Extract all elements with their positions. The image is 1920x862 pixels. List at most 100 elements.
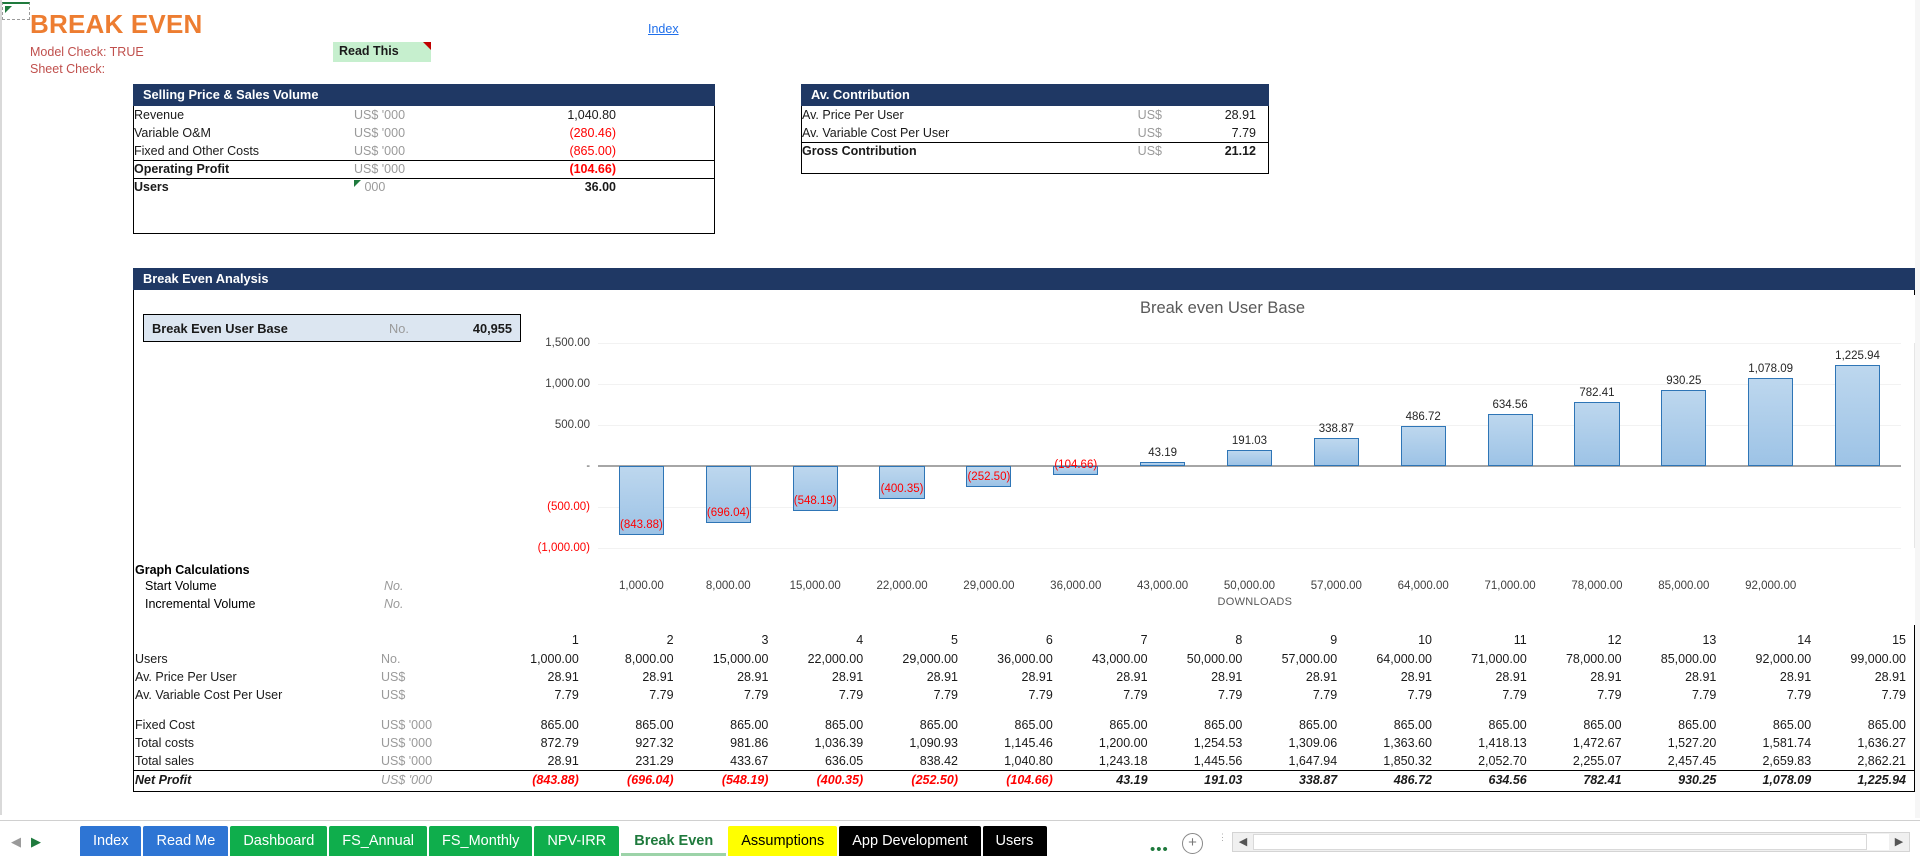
av-contribution-panel-heading: Av. Contribution	[801, 84, 1269, 106]
cell-value: 865.00	[1393, 718, 1432, 732]
page-title: BREAK EVEN	[30, 9, 203, 39]
row-value: 7.79	[1231, 125, 1256, 140]
cell-value: 28.91	[547, 753, 579, 768]
cell-value: 1,309.06	[1288, 736, 1338, 750]
break-even-user-base-box: Break Even User Base No. 40,955	[143, 314, 521, 342]
cell-value: 636.05	[824, 753, 864, 768]
row-label: Variable O&M	[134, 126, 211, 140]
left-gutter	[0, 0, 2, 815]
users-unit: 000	[354, 177, 474, 196]
sheet-tab-npv-irr[interactable]: NPV-IRR	[534, 826, 620, 856]
spreadsheet-window: BREAK EVEN Model Check: TRUE Sheet Check…	[0, 0, 1920, 862]
selling-price-panel: Selling Price & Sales Volume Revenue US$…	[133, 84, 715, 234]
sheet-tab-assumptions[interactable]: Assumptions	[728, 826, 838, 856]
row-value: 21.12	[1162, 141, 1268, 160]
cell-value: 1,225.94	[1820, 769, 1915, 790]
chart-bar[interactable]	[1140, 462, 1186, 466]
row-value: (280.46)	[569, 126, 616, 140]
tab-split-handle[interactable]: ⋮	[1218, 833, 1227, 851]
sheet-tab-dashboard[interactable]: Dashboard	[230, 826, 328, 856]
break-even-chart[interactable]: Break even User Base 1,500.00 1,000.00 500…	[530, 295, 1915, 625]
index-link[interactable]: Index	[648, 22, 679, 36]
cell-value: (400.35)	[777, 769, 873, 790]
chart-bar[interactable]	[1487, 413, 1533, 466]
next-sheet-arrow-icon[interactable]: ▶	[28, 834, 44, 850]
sheet-tab-app-development[interactable]: App Development	[839, 826, 981, 856]
table-row: Av. Variable Cost Per User US$ 7.79	[802, 124, 1268, 142]
sheet-tab-fs-monthly[interactable]: FS_Monthly	[429, 826, 533, 856]
chart-bar[interactable]	[1226, 450, 1273, 466]
cell-value: 927.32	[635, 736, 674, 750]
period-header: 1	[571, 633, 579, 647]
sheet-tab-users[interactable]: Users	[982, 826, 1047, 856]
chart-bar[interactable]	[1574, 401, 1620, 466]
row-label: Gross Contribution	[802, 141, 1072, 160]
row-label: Incremental Volume	[145, 597, 256, 611]
cell-value: 1,581.74	[1762, 736, 1812, 750]
chart-y-tick-label: 1,500.00	[545, 337, 590, 349]
selling-price-panel-heading: Selling Price & Sales Volume	[133, 84, 715, 106]
active-cell-marker[interactable]	[2, 2, 30, 20]
cell-value: 865.00	[1488, 718, 1527, 732]
cell-value: (696.04)	[587, 769, 683, 790]
row-unit: No.	[384, 597, 404, 611]
cell-value: 2,255.07	[1572, 753, 1622, 768]
row-unit: US$	[1137, 108, 1162, 122]
sheet-tab-index[interactable]: Index	[80, 826, 142, 856]
cell-value: 28.91	[1116, 670, 1148, 684]
previous-sheet-arrow-icon[interactable]: ◀	[8, 834, 24, 850]
sheet-tab-fs-annual[interactable]: FS_Annual	[329, 826, 428, 856]
cell-value: 28.91	[547, 670, 579, 684]
sheet-tab-break-even[interactable]: Break Even	[621, 826, 727, 856]
row-label: Av. Price Per User	[802, 108, 904, 122]
chart-bar[interactable]	[1400, 426, 1446, 466]
model-check-label: Model Check: TRUE	[30, 45, 144, 59]
chart-x-tick-label: 15,000.00	[789, 580, 841, 592]
scroll-right-arrow-icon[interactable]: ▶	[1889, 833, 1909, 851]
tab-overflow-ellipsis[interactable]: •••	[1150, 841, 1169, 858]
break-even-analysis-heading: Break Even Analysis	[133, 268, 1915, 290]
horizontal-scrollbar[interactable]: ◀ ▶	[1232, 832, 1910, 852]
scroll-left-arrow-icon[interactable]: ◀	[1233, 833, 1253, 851]
av-contribution-panel: Av. Contribution Av. Price Per User US$ …	[801, 84, 1269, 174]
table-row: Av. Price Per User US$ 28.91 28.91 28.91 28.9…	[133, 668, 1915, 686]
row-unit: US$ '000	[381, 736, 433, 750]
cell-value: 1,036.39	[814, 736, 864, 750]
vertical-scrollbar[interactable]	[1915, 0, 1920, 818]
cell-value: 865.00	[1583, 718, 1622, 732]
chart-data-label: 338.87	[1318, 423, 1354, 436]
chart-bar[interactable]	[1834, 365, 1881, 466]
row-label: Av. Variable Cost Per User	[135, 688, 283, 702]
cell-value: 64,000.00	[1376, 652, 1432, 666]
sheet-tab-read-me[interactable]: Read Me	[143, 826, 229, 856]
chart-data-label: (104.66)	[1054, 458, 1098, 471]
data-table: 1 2 3 4 5 6 7 8 9 10 11 12 13 14 15 Users No. 1,000.00 8,0…	[133, 632, 1915, 790]
row-unit: US$	[381, 670, 406, 684]
cell-value: 7.79	[1123, 688, 1148, 702]
chart-bar[interactable]	[1661, 389, 1707, 466]
read-this-note[interactable]: Read This	[333, 42, 431, 62]
cell-value: 1,254.53	[1193, 736, 1243, 750]
break-even-user-base-value: 40,955	[472, 321, 512, 336]
chart-y-tick-label: 1,000.00	[545, 378, 590, 390]
cell-value: 2,659.83	[1762, 753, 1812, 768]
row-label: Revenue	[134, 108, 185, 122]
cell-value: 1,636.27	[1857, 736, 1906, 750]
cell-value: 28.91	[1779, 670, 1812, 684]
chart-bar[interactable]	[1748, 377, 1794, 466]
period-header: 2	[666, 633, 674, 647]
chart-y-tick-label: 500.00	[554, 419, 590, 431]
cell-value: 1,850.32	[1383, 753, 1432, 768]
scrollbar-track[interactable]	[1253, 834, 1889, 850]
cell-value: (104.66)	[966, 769, 1062, 790]
scrollbar-thumb[interactable]	[1253, 834, 1867, 850]
chart-bar[interactable]	[1313, 438, 1359, 466]
row-unit: US$ '000	[354, 159, 474, 178]
table-header-row: 1 2 3 4 5 6 7 8 9 10 11 12 13 14 15	[133, 632, 1915, 650]
cell-value: 1,527.20	[1667, 736, 1717, 750]
row-value: (104.66)	[474, 159, 714, 178]
cell-value: 43,000.00	[1091, 652, 1148, 666]
chart-x-tick-label: 50,000.00	[1223, 580, 1276, 592]
add-sheet-button[interactable]: +	[1182, 833, 1203, 854]
chart-x-tick-label: 43,000.00	[1137, 580, 1189, 592]
